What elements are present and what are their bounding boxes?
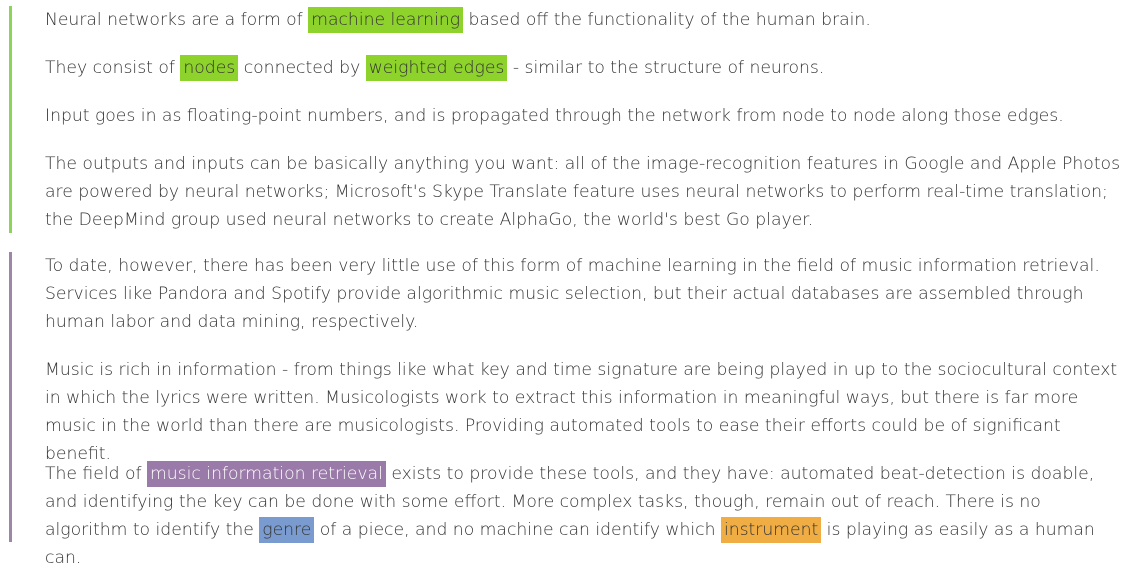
paragraph-text: - similar to the structure of neurons. xyxy=(507,58,825,78)
section-accent-bar xyxy=(9,6,12,233)
paragraph-text: They consist of xyxy=(45,58,181,78)
highlight-genre: genre xyxy=(259,517,315,543)
paragraph-4: The outputs and inputs can be basically … xyxy=(45,154,1121,230)
paragraph-6: Music is rich in information - from thin… xyxy=(45,360,1118,464)
paragraph-1: Neural networks are a form of machine le… xyxy=(45,6,871,34)
highlight-nodes: nodes xyxy=(180,55,239,81)
paragraph-text: connected by xyxy=(238,58,366,78)
highlight-weighted-edges: weighted edges xyxy=(365,55,508,81)
paragraph-text: The field of xyxy=(45,464,148,484)
highlight-machine-learning: machine learning xyxy=(308,7,464,33)
highlight-instrument: instrument xyxy=(720,517,822,543)
paragraph-2: They consist of nodes connected by weigh… xyxy=(45,54,824,82)
highlight-music-information-retrieval: music information retrieval xyxy=(147,461,386,487)
paragraph-text: of a piece, and no machine can identify … xyxy=(314,520,721,540)
paragraph-3: Input goes in as floating-point numbers,… xyxy=(45,106,1064,126)
section-accent-bar xyxy=(9,252,12,542)
paragraph-text: based off the functionality of the human… xyxy=(463,10,871,30)
paragraph-7: The field of music information retrieval… xyxy=(45,460,1125,572)
paragraph-text: Neural networks are a form of xyxy=(45,10,309,30)
paragraph-5: To date, however, there has been very li… xyxy=(45,256,1100,332)
